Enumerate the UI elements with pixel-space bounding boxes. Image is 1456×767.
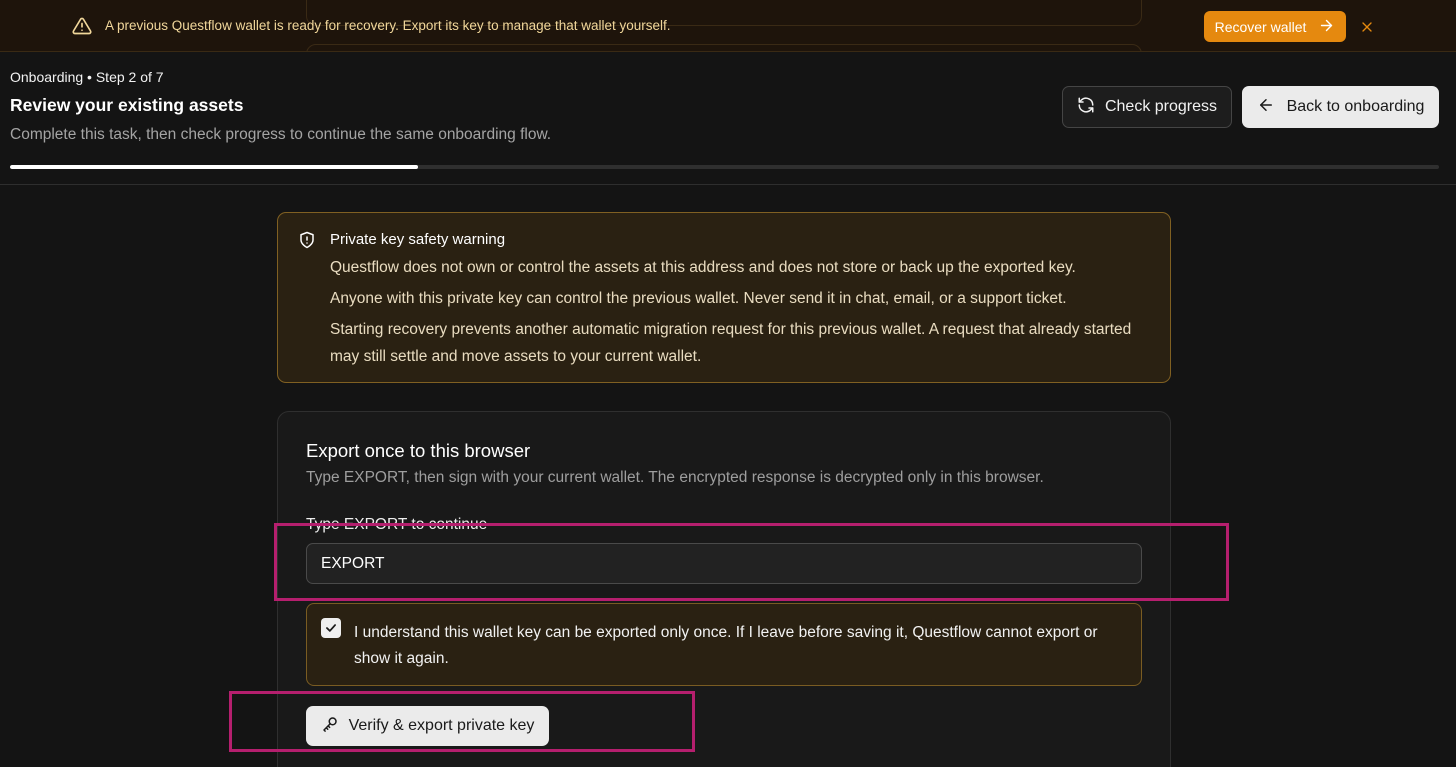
export-field-label: Type EXPORT to continue — [306, 516, 488, 533]
background-card-edge — [306, 44, 1142, 51]
triangle-alert-icon — [72, 16, 92, 36]
page-subtitle: Complete this task, then check progress … — [10, 126, 552, 143]
key-icon — [321, 715, 339, 738]
recover-wallet-button[interactable]: Recover wallet — [1204, 11, 1346, 42]
onboarding-progress-bar — [10, 165, 1439, 169]
check-progress-label: Check progress — [1104, 98, 1218, 115]
acknowledge-checkbox[interactable] — [321, 618, 341, 638]
acknowledgement-text: I understand this wallet key can be expo… — [354, 624, 1098, 667]
back-to-onboarding-button[interactable]: Back to onboarding — [1242, 86, 1439, 128]
step-label: Onboarding • Step 2 of 7 — [10, 69, 164, 85]
recover-wallet-label: Recover wallet — [1214, 18, 1307, 35]
warning-text: Questflow does not own or control the as… — [330, 259, 1076, 276]
refresh-icon — [1077, 96, 1095, 119]
export-confirm-input[interactable] — [306, 543, 1142, 584]
acknowledgement-box[interactable]: I understand this wallet key can be expo… — [306, 603, 1142, 686]
close-icon[interactable] — [1356, 16, 1378, 38]
check-progress-button[interactable]: Check progress — [1062, 86, 1232, 128]
private-key-warning-card: Private key safety warning Questflow doe… — [277, 212, 1171, 383]
progress-fill — [10, 165, 419, 169]
checkmark-icon — [326, 624, 336, 632]
export-description: Type EXPORT, then sign with your current… — [306, 469, 1044, 486]
warning-text: Starting recovery prevents another autom… — [330, 321, 1132, 365]
onboarding-header: Onboarding • Step 2 of 7 Review your exi… — [0, 53, 1456, 185]
verify-export-label: Verify & export private key — [348, 717, 535, 734]
verify-export-button[interactable]: Verify & export private key — [306, 706, 549, 746]
arrow-left-icon — [1257, 96, 1275, 119]
back-to-onboarding-label: Back to onboarding — [1286, 98, 1425, 115]
arrow-right-icon — [1318, 17, 1335, 37]
banner-message: A previous Questflow wallet is ready for… — [105, 18, 671, 33]
warning-title: Private key safety warning — [330, 231, 506, 248]
recovery-banner: A previous Questflow wallet is ready for… — [0, 0, 1456, 52]
page-title: Review your existing assets — [10, 95, 244, 115]
warning-text: Anyone with this private key can control… — [330, 290, 1067, 307]
export-title: Export once to this browser — [306, 440, 531, 461]
shield-alert-icon — [298, 231, 316, 249]
